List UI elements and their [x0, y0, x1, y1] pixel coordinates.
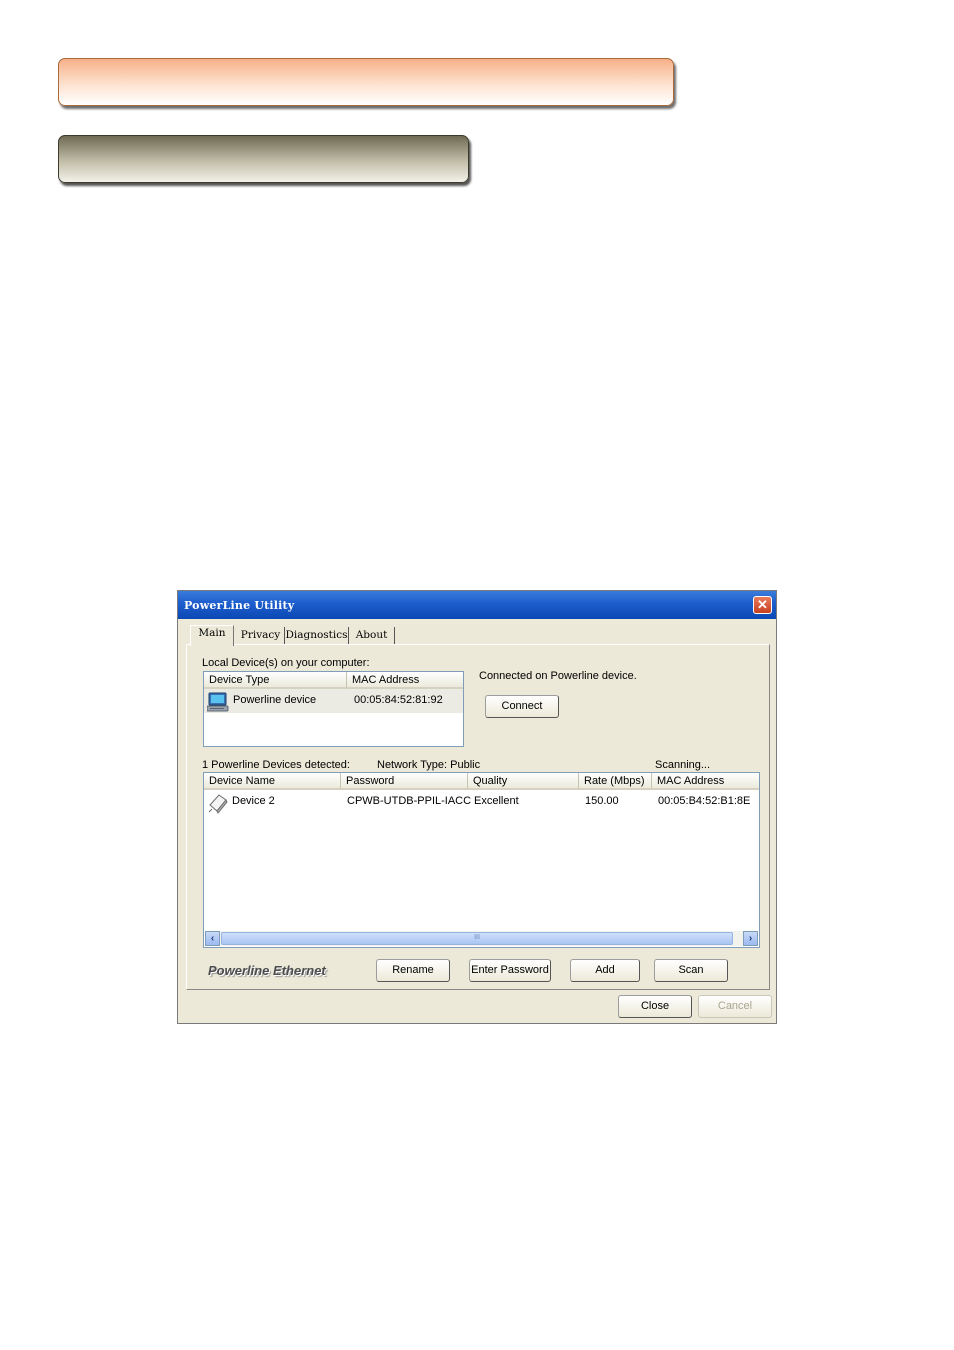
- rename-button[interactable]: Rename: [376, 959, 450, 982]
- remote-col-password[interactable]: Password: [341, 773, 468, 790]
- horizontal-scrollbar[interactable]: ‹ III ›: [205, 931, 758, 946]
- enter-password-button[interactable]: Enter Password: [469, 959, 551, 982]
- remote-col-mac[interactable]: MAC Address: [652, 773, 759, 790]
- close-button[interactable]: Close: [618, 995, 692, 1018]
- local-col-device-type[interactable]: Device Type: [204, 672, 347, 689]
- tab-diagnostics[interactable]: Diagnostics: [285, 627, 349, 645]
- connect-button[interactable]: Connect: [485, 695, 559, 718]
- window-titlebar[interactable]: PowerLine Utility ✕: [178, 591, 776, 619]
- scroll-left-button[interactable]: ‹: [205, 931, 220, 946]
- tab-main[interactable]: Main: [190, 625, 234, 646]
- tab-privacy[interactable]: Privacy: [237, 627, 285, 645]
- remote-col-device-name[interactable]: Device Name: [204, 773, 341, 790]
- scrollbar-thumb[interactable]: III: [221, 932, 733, 945]
- powerline-devices-list[interactable]: Device Name Password Quality Rate (Mbps)…: [203, 772, 760, 948]
- scroll-right-button[interactable]: ›: [743, 931, 758, 946]
- tab-about[interactable]: About: [349, 627, 395, 645]
- local-device-row[interactable]: Powerline device 00:05:84:52:81:92: [204, 689, 463, 713]
- remote-device-mac: 00:05:B4:52:B1:8E: [658, 795, 751, 807]
- local-devices-list[interactable]: Device Type MAC Address Powerline device…: [203, 671, 464, 747]
- remote-device-name: Device 2: [232, 795, 275, 807]
- table-row[interactable]: Device 2 CPWB-UTDB-PPIL-IACC Excellent 1…: [204, 790, 759, 814]
- local-device-type: Powerline device: [233, 694, 317, 706]
- scan-button[interactable]: Scan: [654, 959, 728, 982]
- section-banner-orange: [58, 58, 674, 106]
- remote-device-rate: 150.00: [585, 795, 619, 807]
- remote-col-rate[interactable]: Rate (Mbps): [579, 773, 652, 790]
- scanning-status-text: Scanning...: [655, 759, 711, 771]
- powerline-adapter-icon: [207, 792, 229, 817]
- section-banner-olive: [58, 135, 469, 183]
- remote-col-quality[interactable]: Quality: [468, 773, 579, 790]
- main-tab-panel: Local Device(s) on your computer: Device…: [186, 644, 770, 990]
- connection-status-text: Connected on Powerline device.: [479, 670, 637, 682]
- window-close-button[interactable]: ✕: [753, 596, 772, 614]
- remote-device-password: CPWB-UTDB-PPIL-IACC: [347, 795, 472, 807]
- computer-monitor-icon: [206, 691, 229, 716]
- local-device-mac: 00:05:84:52:81:92: [354, 694, 443, 706]
- cancel-button[interactable]: Cancel: [698, 995, 772, 1018]
- local-col-mac[interactable]: MAC Address: [347, 672, 463, 689]
- local-devices-label: Local Device(s) on your computer:: [202, 657, 370, 669]
- powerline-utility-window: PowerLine Utility ✕ Main Privacy Diagnos…: [177, 590, 777, 1024]
- powerline-ethernet-logo: Powerline Ethernet: [208, 963, 326, 978]
- remote-device-quality: Excellent: [474, 795, 519, 807]
- network-type-text: Network Type: Public: [377, 759, 481, 771]
- devices-detected-text: 1 Powerline Devices detected:: [202, 759, 350, 771]
- window-title: PowerLine Utility: [184, 599, 295, 612]
- add-button[interactable]: Add: [570, 959, 640, 982]
